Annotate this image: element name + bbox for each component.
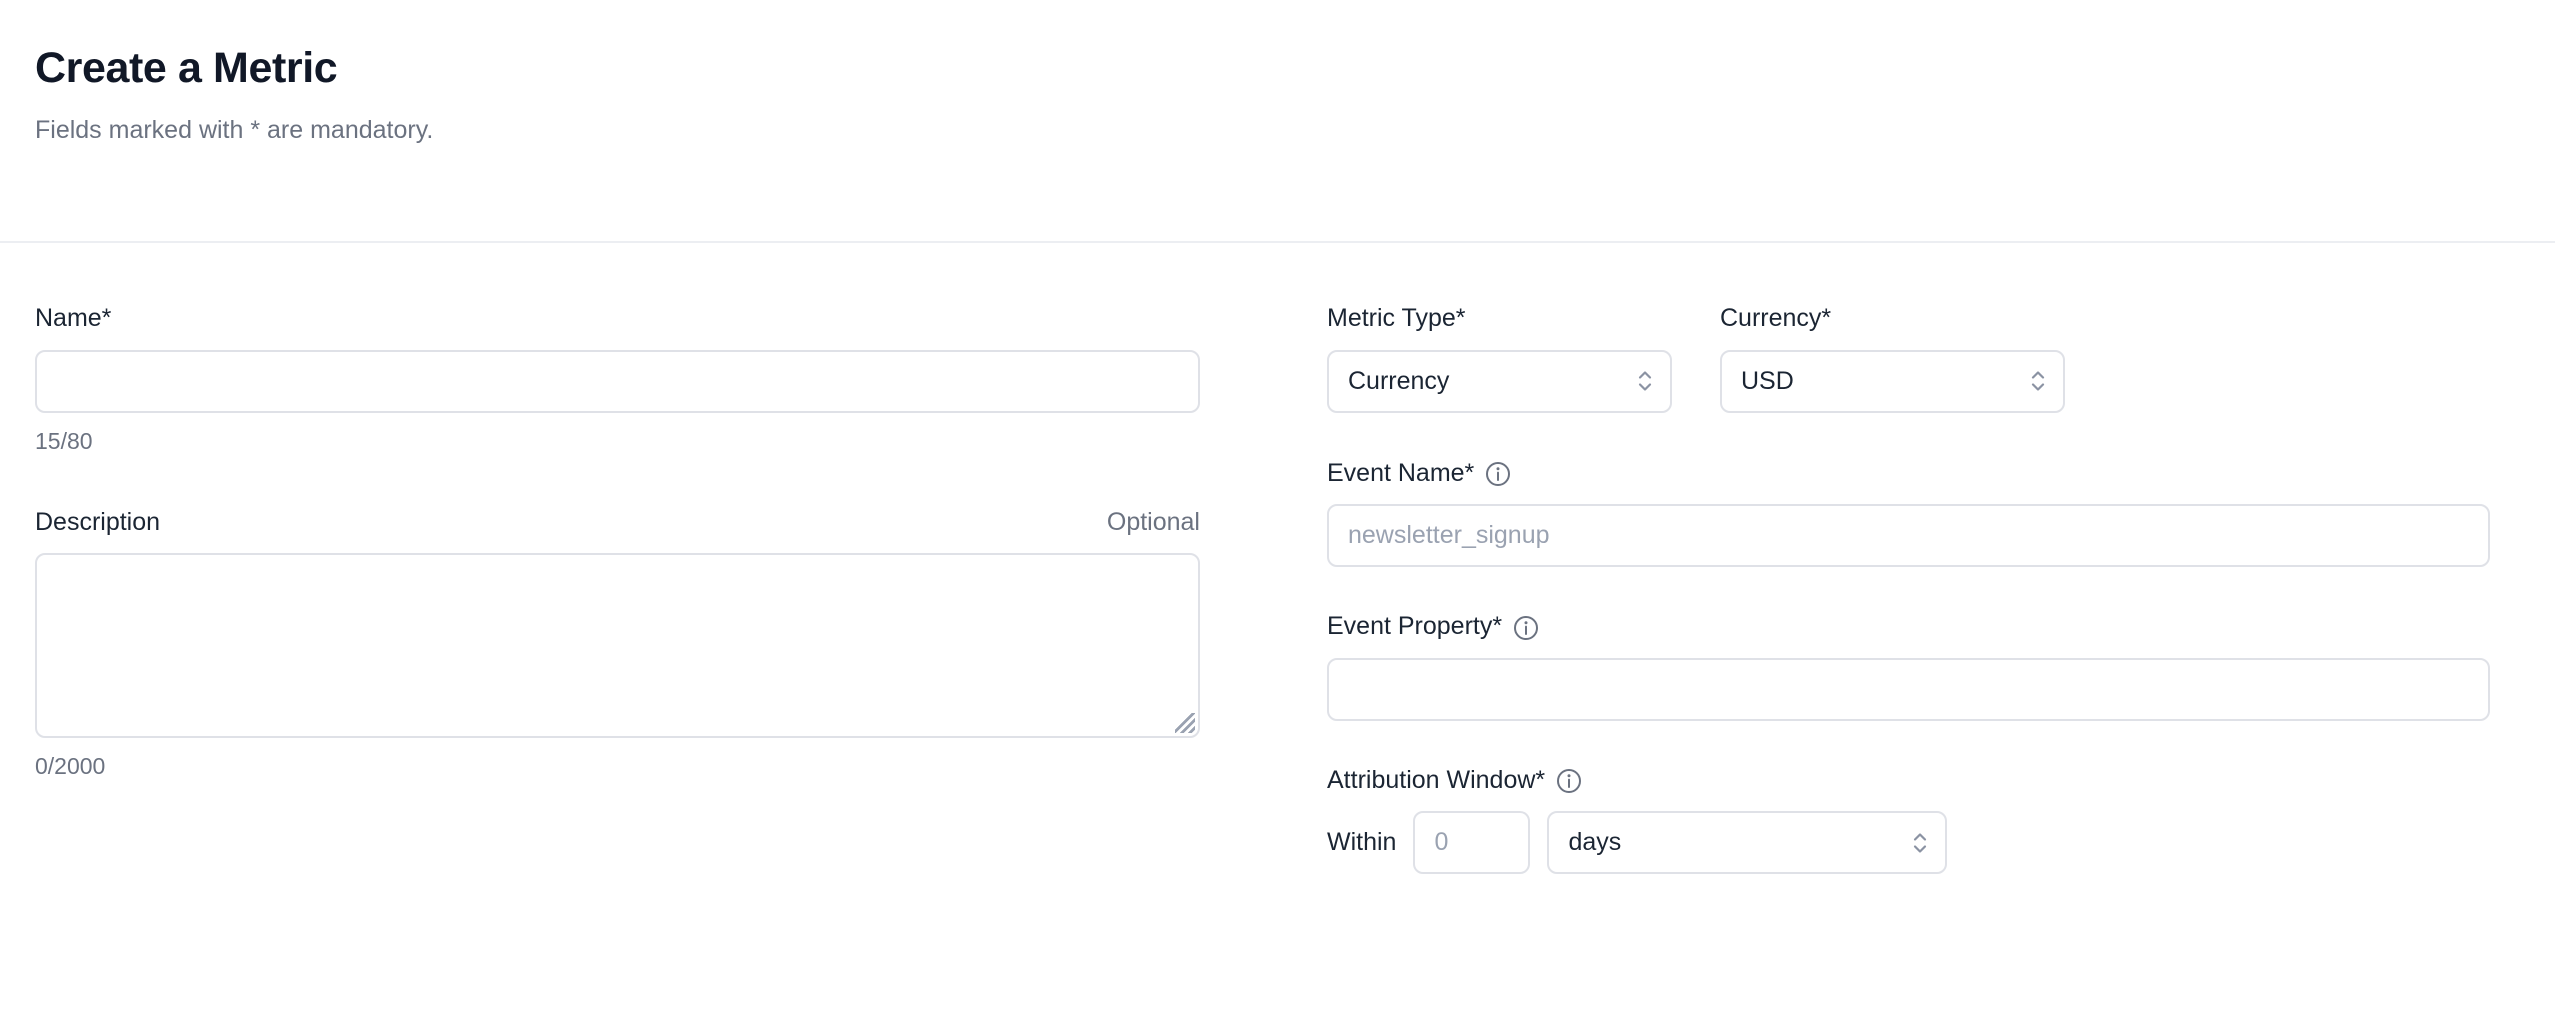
create-metric-page: Create a Metric Fields marked with * are…: [0, 0, 2555, 1029]
event-property-label: Event Property*: [1327, 613, 1502, 641]
currency-selected-value: USD: [1741, 367, 1794, 396]
event-property-field-group: Event Property*: [1327, 613, 2490, 721]
description-field-group: Description Optional 0/2000: [35, 509, 1200, 780]
description-textarea[interactable]: [35, 553, 1200, 738]
event-name-input[interactable]: [1327, 504, 2490, 567]
page-title: Create a Metric: [35, 44, 2555, 93]
metric-type-label: Metric Type*: [1327, 305, 1465, 333]
page-subtitle: Fields marked with * are mandatory.: [35, 115, 2555, 145]
currency-select[interactable]: USD: [1720, 350, 2065, 413]
metric-type-currency-row: Metric Type* Currency: [1327, 305, 2490, 413]
attribution-window-label: Attribution Window*: [1327, 767, 1545, 795]
description-optional-tag: Optional: [1107, 509, 1200, 537]
currency-field-group: Currency* USD: [1720, 305, 2065, 413]
attribution-amount-input[interactable]: [1413, 811, 1530, 874]
info-icon[interactable]: [1485, 461, 1511, 487]
within-label: Within: [1327, 829, 1396, 857]
currency-label: Currency*: [1720, 305, 1831, 333]
form-left-column: Name* 15/80 Description Optional: [35, 305, 1200, 874]
metric-form: Name* 15/80 Description Optional: [0, 243, 2555, 874]
attribution-unit-select[interactable]: days: [1547, 811, 1947, 874]
attribution-window-field-group: Attribution Window* Within: [1327, 767, 2490, 875]
metric-type-select[interactable]: Currency: [1327, 350, 1672, 413]
metric-type-field-group: Metric Type* Currency: [1327, 305, 1672, 413]
event-name-field-group: Event Name*: [1327, 460, 2490, 568]
name-label: Name*: [35, 305, 111, 333]
page-header: Create a Metric Fields marked with * are…: [0, 0, 2555, 243]
attribution-unit-selected-value: days: [1568, 828, 1621, 857]
name-input[interactable]: [35, 350, 1200, 413]
event-name-label: Event Name*: [1327, 460, 1474, 488]
info-icon[interactable]: [1513, 615, 1539, 641]
name-field-group: Name* 15/80: [35, 305, 1200, 454]
info-icon[interactable]: [1556, 768, 1582, 794]
description-label: Description: [35, 509, 160, 537]
metric-type-selected-value: Currency: [1348, 367, 1449, 396]
form-right-column: Metric Type* Currency: [1327, 305, 2490, 874]
name-char-count: 15/80: [35, 429, 1200, 454]
event-property-input[interactable]: [1327, 658, 2490, 721]
description-char-count: 0/2000: [35, 754, 1200, 779]
